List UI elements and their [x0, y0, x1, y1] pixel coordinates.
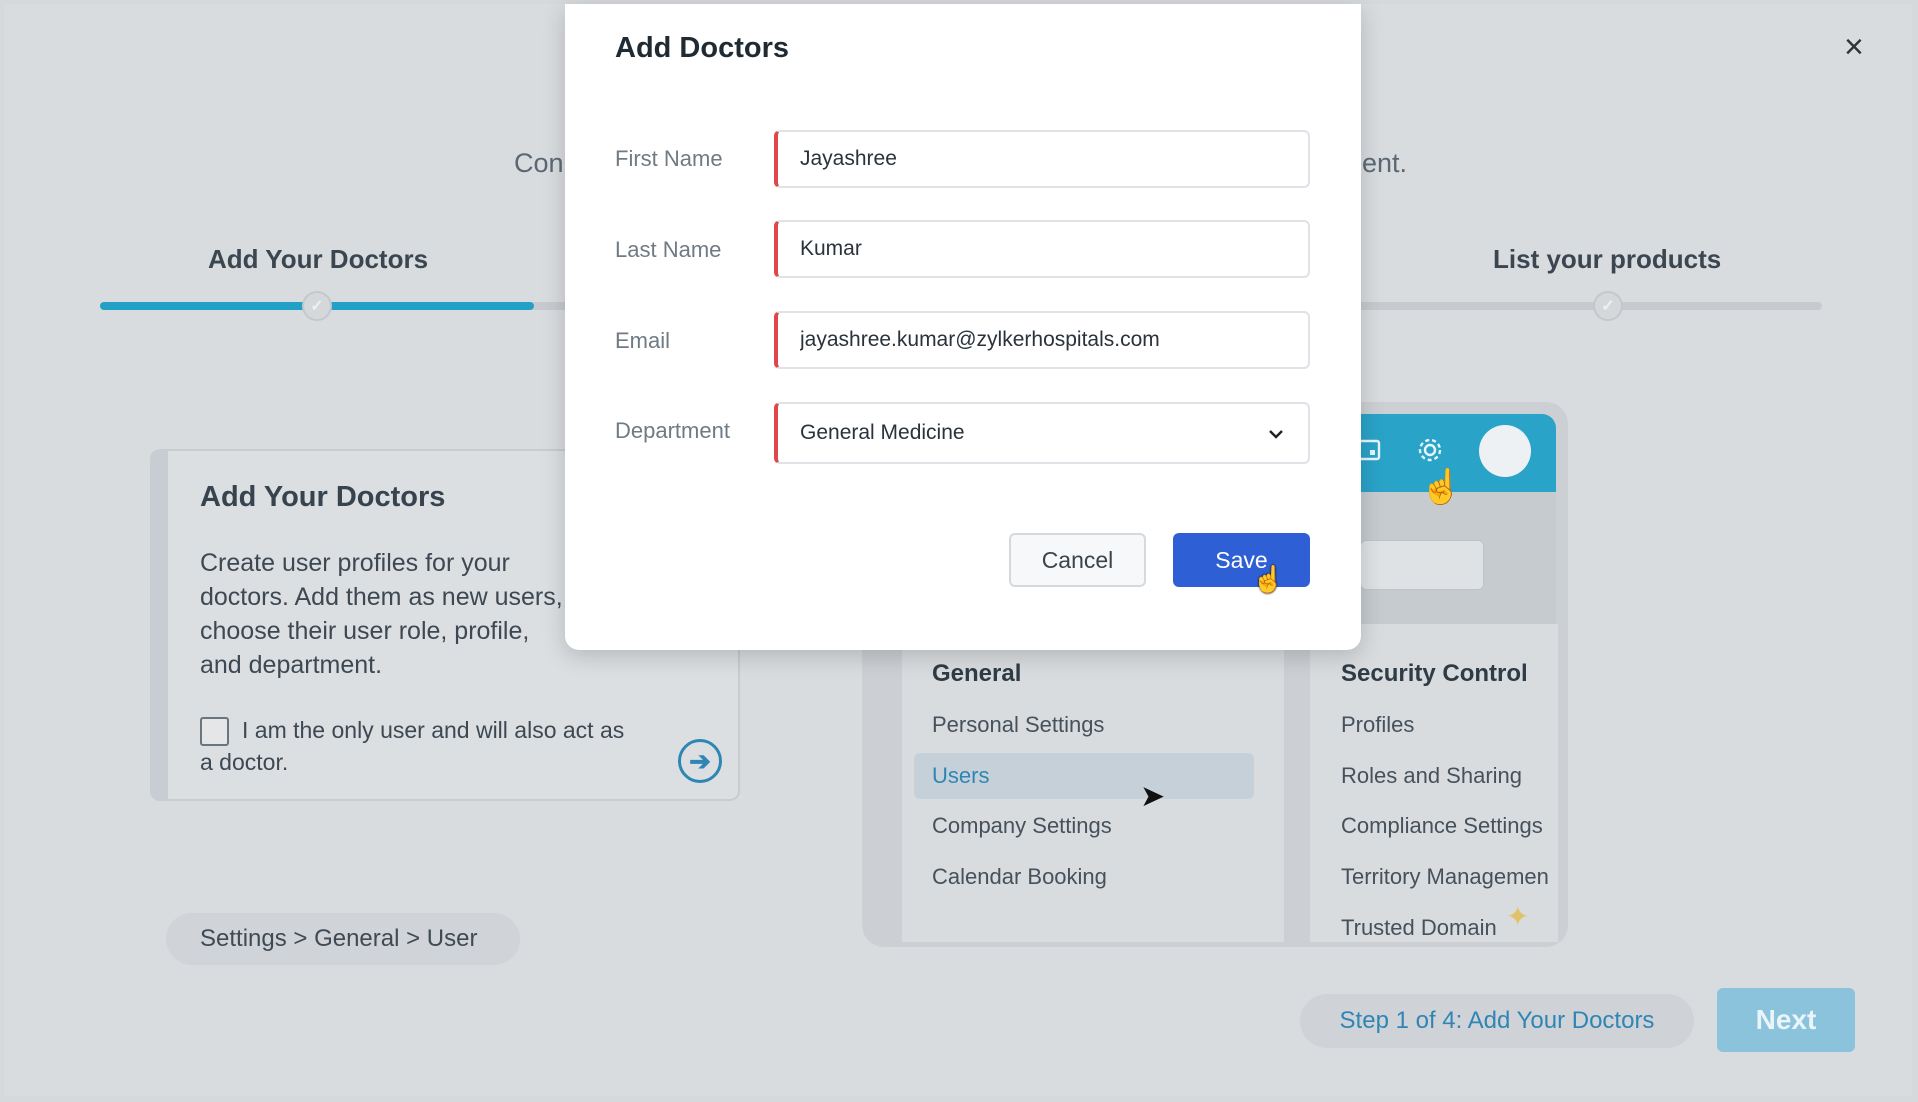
menu-item-company-settings[interactable]: Company Settings: [932, 813, 1112, 839]
hand-cursor-icon: ☝: [1420, 468, 1463, 506]
step-label-add-doctors[interactable]: Add Your Doctors: [208, 244, 428, 275]
email-field[interactable]: [774, 311, 1310, 369]
gear-icon: [1416, 436, 1444, 471]
step-check-icon: ✓: [302, 291, 332, 321]
next-button[interactable]: Next: [1717, 988, 1855, 1052]
arrow-right-icon[interactable]: ➔: [678, 739, 722, 783]
subtitle-right: ent.: [1362, 148, 1408, 178]
only-user-checkbox-label[interactable]: I am the only user and will also act as …: [200, 714, 640, 778]
avatar-icon: [1479, 425, 1531, 477]
department-select[interactable]: General Medicine: [774, 402, 1310, 464]
chevron-down-icon: [1268, 423, 1284, 444]
sparkle-icon: ✦: [1506, 901, 1530, 932]
menu-item-profiles[interactable]: Profiles: [1341, 712, 1414, 738]
step-check-icon: ✓: [1593, 291, 1623, 321]
menu-item-compliance[interactable]: Compliance Settings: [1341, 813, 1543, 839]
first-name-label: First Name: [615, 146, 723, 171]
department-label: Department: [615, 418, 730, 443]
general-heading: General: [932, 660, 1022, 687]
last-name-label: Last Name: [615, 237, 722, 262]
mouse-pointer-icon: ➤: [1140, 780, 1166, 813]
menu-item-roles-sharing[interactable]: Roles and Sharing: [1341, 763, 1522, 789]
step-label-list-products[interactable]: List your products: [1493, 244, 1721, 275]
preview-search-field: [1360, 540, 1484, 590]
card-description: Create user profiles for your doctors. A…: [200, 549, 563, 679]
menu-item-territory[interactable]: Territory Managemen: [1341, 864, 1556, 890]
menu-item-calendar-booking[interactable]: Calendar Booking: [932, 864, 1107, 890]
menu-item-trusted-domain[interactable]: Trusted Domain: [1341, 915, 1497, 941]
menu-item-users[interactable]: Users: [932, 763, 989, 789]
save-button[interactable]: Save: [1173, 533, 1310, 587]
cancel-button[interactable]: Cancel: [1009, 533, 1146, 587]
breadcrumb: Settings > General > User: [166, 913, 520, 965]
subtitle-left: Con: [514, 148, 564, 178]
step-indicator: Step 1 of 4: Add Your Doctors: [1300, 994, 1694, 1048]
close-icon[interactable]: ×: [1844, 30, 1864, 64]
menu-item-personal-settings[interactable]: Personal Settings: [932, 712, 1104, 738]
security-heading: Security Control: [1341, 660, 1528, 687]
modal-title: Add Doctors: [615, 32, 789, 64]
department-value: General Medicine: [800, 421, 965, 444]
card-title: Add Your Doctors: [200, 481, 446, 513]
last-name-field[interactable]: [774, 220, 1310, 278]
hand-cursor-icon: ☝: [1252, 564, 1285, 594]
first-name-field[interactable]: [774, 130, 1310, 188]
email-label: Email: [615, 328, 671, 353]
